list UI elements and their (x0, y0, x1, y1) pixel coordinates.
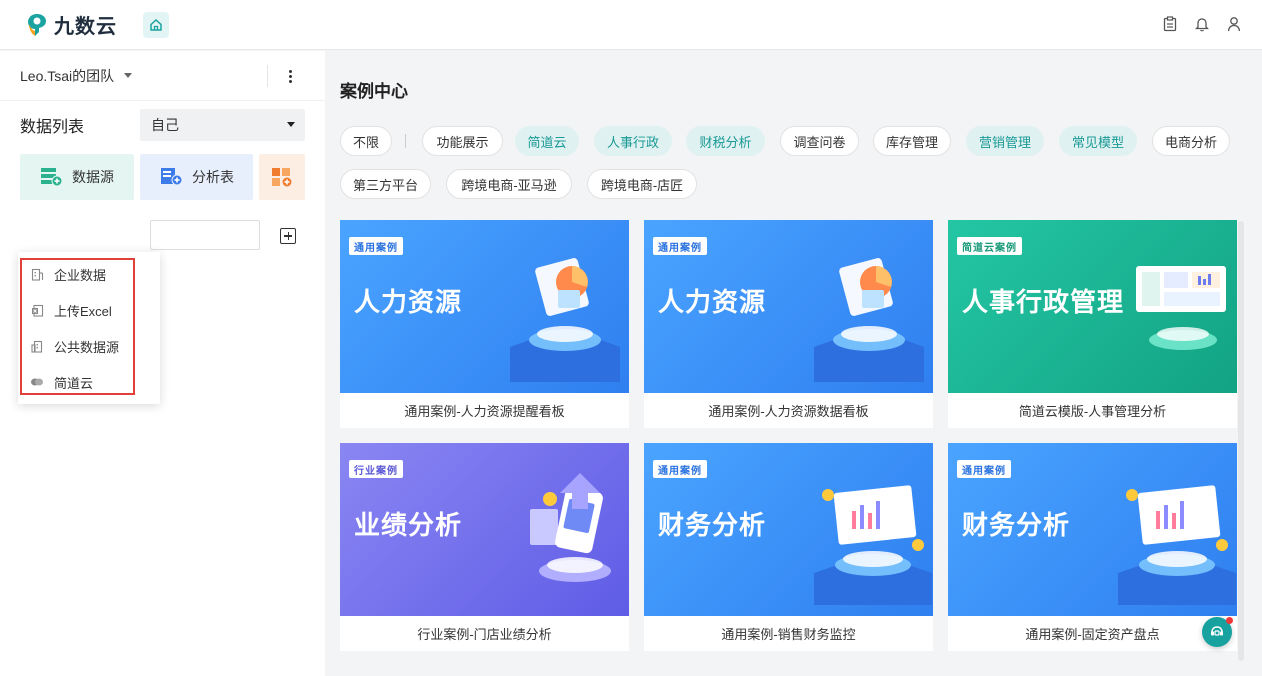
case-center: 案例中心 不限 功能展示 简道云 人事行政 财税分析 调查问卷 库存管理 营销管… (325, 51, 1262, 676)
card-thumbnail: 通用案例 人力资源 (340, 220, 629, 393)
card-thumbnail: 简道云案例 人事行政管理 (948, 220, 1237, 393)
data-list-title: 数据列表 (20, 119, 85, 136)
owner-filter-value: 自己 (151, 117, 179, 133)
sidebar: Leo.Tsai的团队 数据列表 自己 数据源 分析表 企业数据 上传Excel… (0, 51, 325, 676)
home-icon (150, 18, 162, 31)
dropdown-item-public-source[interactable]: 公共数据源 (30, 336, 119, 356)
tag-common-models[interactable]: 常见模型 (1059, 126, 1137, 156)
tag-third-party[interactable]: 第三方平台 (340, 169, 431, 199)
card-thumbnail: 通用案例 人力资源 (644, 220, 933, 393)
bell-icon[interactable] (1194, 15, 1210, 33)
card-caption: 简道云模版-人事管理分析 (1018, 404, 1167, 419)
divider (267, 65, 268, 87)
card-headline: 财务分析 (658, 510, 767, 540)
card-caption: 行业案例-门店业绩分析 (417, 627, 552, 642)
data-source-label: 数据源 (72, 169, 114, 185)
top-header: 九数云 (0, 0, 1262, 50)
tag-cross-border-shoplazza[interactable]: 跨境电商-店匠 (587, 169, 697, 199)
clipboard-icon[interactable] (1162, 15, 1178, 33)
building-icon (30, 267, 44, 281)
scrollbar[interactable] (1238, 221, 1244, 661)
card-badge: 通用案例 (653, 237, 707, 255)
card-badge: 通用案例 (957, 460, 1011, 478)
card-caption: 通用案例-销售财务监控 (721, 627, 856, 642)
finance-illustration (814, 485, 932, 605)
card-headline: 财务分析 (962, 510, 1071, 540)
card-thumbnail: 通用案例 财务分析 (948, 443, 1237, 616)
dashboard-button[interactable] (259, 154, 305, 200)
case-card[interactable]: 通用案例 人力资源 通用案例-人力资源数据看板 (644, 220, 933, 428)
create-buttons: 数据源 分析表 (20, 154, 305, 200)
data-source-dropdown: 企业数据 上传Excel 公共数据源 简道云 (18, 252, 160, 404)
chat-support-button[interactable] (1202, 617, 1233, 647)
caret-down-icon (124, 73, 133, 78)
card-headline: 人力资源 (658, 287, 767, 317)
search-input[interactable] (150, 220, 260, 250)
more-vertical-icon[interactable] (282, 66, 298, 86)
case-card[interactable]: 行业案例 业绩分析 行业案例-门店业绩分析 (340, 443, 629, 651)
finance-illustration (1118, 485, 1236, 605)
case-card[interactable]: 通用案例 财务分析 通用案例-固定资产盘点 (948, 443, 1237, 651)
hr-illustration (510, 258, 620, 382)
dropdown-item-upload-excel[interactable]: 上传Excel (30, 300, 112, 320)
case-card[interactable]: 通用案例 财务分析 通用案例-销售财务监控 (644, 443, 933, 651)
card-headline: 人力资源 (354, 287, 463, 317)
home-button[interactable] (143, 11, 169, 38)
card-caption: 通用案例-人力资源提醒看板 (404, 404, 565, 419)
dropdown-item-jiandaoyun[interactable]: 简道云 (30, 372, 93, 392)
case-card[interactable]: 通用案例 人力资源 通用案例-人力资源提醒看板 (340, 220, 629, 428)
tag-marketing[interactable]: 营销管理 (966, 126, 1044, 156)
data-source-button[interactable]: 数据源 (20, 154, 134, 200)
tag-finance-tax[interactable]: 财税分析 (686, 126, 765, 156)
notification-dot (1226, 617, 1233, 624)
app-logo[interactable]: 九数云 (26, 10, 117, 39)
team-selector[interactable]: Leo.Tsai的团队 (0, 51, 325, 101)
user-icon[interactable] (1226, 15, 1242, 33)
data-list-header: 数据列表 自己 (20, 109, 305, 141)
add-folder-button[interactable] (280, 228, 296, 244)
admin-illustration (1136, 266, 1226, 350)
performance-illustration (530, 473, 611, 582)
analysis-table-button[interactable]: 分析表 (140, 154, 253, 200)
analysis-table-icon (161, 168, 182, 186)
tag-inventory[interactable]: 库存管理 (873, 126, 951, 156)
app-name: 九数云 (54, 16, 117, 38)
tag-feature-demo[interactable]: 功能展示 (422, 126, 503, 156)
jiandaoyun-icon (30, 375, 44, 389)
data-source-icon (41, 168, 62, 187)
team-name: Leo.Tsai的团队 (20, 67, 115, 84)
tag-all[interactable]: 不限 (340, 126, 392, 156)
card-caption: 通用案例-人力资源数据看板 (708, 404, 869, 419)
owner-filter-select[interactable]: 自己 (140, 109, 305, 141)
card-thumbnail: 通用案例 财务分析 (644, 443, 933, 616)
chat-icon (1211, 626, 1223, 636)
logo-icon (28, 13, 46, 36)
caret-down-icon (287, 122, 295, 127)
card-badge: 通用案例 (653, 460, 707, 478)
hr-illustration (814, 258, 924, 382)
card-headline: 业绩分析 (354, 510, 463, 540)
tag-cross-border-amazon[interactable]: 跨境电商-亚马逊 (446, 169, 572, 199)
card-badge: 通用案例 (349, 237, 403, 255)
case-card[interactable]: 简道云案例 人事行政管理 简道云模版-人事管理分析 (948, 220, 1237, 428)
card-badge: 行业案例 (349, 460, 403, 478)
page-title: 案例中心 (340, 82, 408, 101)
analysis-table-label: 分析表 (192, 169, 234, 185)
tag-survey[interactable]: 调查问卷 (780, 126, 859, 156)
card-thumbnail: 行业案例 业绩分析 (340, 443, 629, 616)
dashboard-icon (272, 168, 293, 188)
card-caption: 通用案例-固定资产盘点 (1025, 627, 1160, 642)
tag-jiandaoyun[interactable]: 简道云 (515, 126, 579, 156)
divider (405, 134, 406, 148)
excel-icon (30, 303, 44, 317)
public-data-icon (30, 339, 44, 353)
card-badge: 简道云案例 (957, 237, 1022, 255)
tag-hr-admin[interactable]: 人事行政 (594, 126, 672, 156)
card-headline: 人事行政管理 (962, 287, 1125, 317)
tag-ecommerce[interactable]: 电商分析 (1152, 126, 1230, 156)
dropdown-item-enterprise-data[interactable]: 企业数据 (30, 264, 106, 284)
